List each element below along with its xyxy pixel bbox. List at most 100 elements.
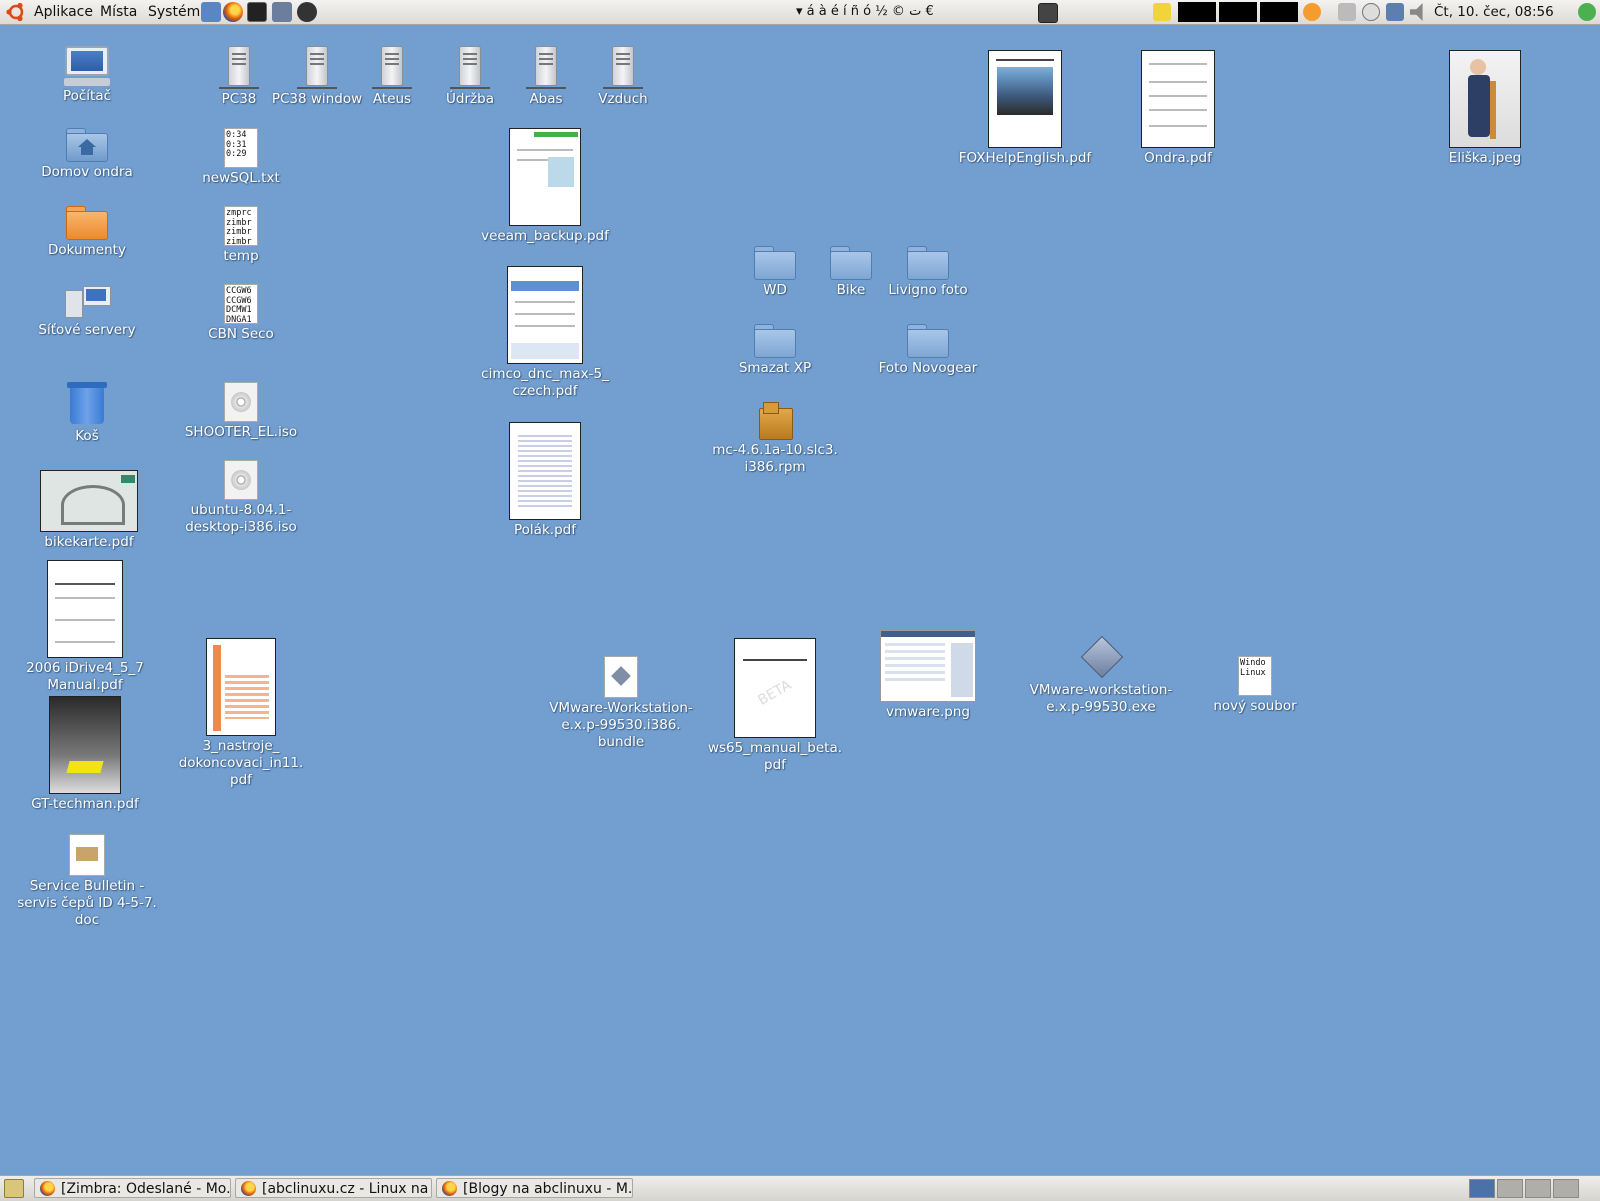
lock-screen-icon[interactable] <box>1038 3 1058 23</box>
folder-icon <box>754 324 796 358</box>
icon-label: SHOOTER_EL.iso <box>184 424 298 440</box>
icon-label: GT-techman.pdf <box>31 796 139 812</box>
clock-applet-icon[interactable] <box>1362 3 1380 21</box>
desktop-icon-livigno[interactable]: Livigno foto <box>853 246 1003 299</box>
desktop-icon-smazat-xp[interactable]: Smazat XP <box>700 324 850 377</box>
firefox-icon <box>442 1181 457 1196</box>
photo-thumbnail-icon <box>1449 50 1521 148</box>
desktop-icon-temp[interactable]: zmprc zimbr zimbr zimbr temp <box>166 206 316 265</box>
desktop-icon-kos[interactable]: Koš <box>12 382 162 445</box>
icon-label: Ondra.pdf <box>1144 150 1212 166</box>
icon-label: FOXHelpEnglish.pdf <box>958 150 1092 166</box>
icon-label: cimco_dnc_max-5_ czech.pdf <box>481 366 609 399</box>
pdf-thumbnail-icon <box>47 560 123 658</box>
menu-mista[interactable]: Místa <box>98 0 139 24</box>
icon-label: Smazat XP <box>738 360 812 376</box>
home-folder-icon[interactable] <box>201 2 221 22</box>
volume-icon[interactable] <box>1410 3 1423 21</box>
desktop-icon-domov[interactable]: Domov ondra <box>12 128 162 181</box>
firefox-icon <box>40 1181 55 1196</box>
desktop-icon-foto-novogear[interactable]: Foto Novogear <box>853 324 1003 377</box>
icon-label: veeam_backup.pdf <box>481 228 609 244</box>
workspace-3[interactable] <box>1525 1179 1551 1198</box>
pdf-thumbnail-icon <box>1141 50 1215 148</box>
network-monitor <box>1260 2 1298 22</box>
workspace-1[interactable] <box>1469 1179 1495 1198</box>
desktop-icon-novy-soubor[interactable]: Windo Linux nový soubor <box>1180 656 1330 715</box>
icon-label: mc-4.6.1a-10.slc3. i386.rpm <box>712 442 838 475</box>
icon-label: Domov ondra <box>41 164 133 180</box>
document-icon <box>69 834 105 876</box>
firefox-icon <box>241 1181 256 1196</box>
icon-label: Foto Novogear <box>878 360 978 376</box>
memory-monitor <box>1219 2 1257 22</box>
desktop-icon-newsql[interactable]: 0:34 0:31 0:29 newSQL.txt <box>166 128 316 187</box>
menu-aplikace[interactable]: Aplikace <box>32 0 95 24</box>
icon-label: Polák.pdf <box>514 522 576 538</box>
pdf-thumbnail-icon: BETA <box>734 638 816 738</box>
desktop-icon-cimco[interactable]: cimco_dnc_max-5_ czech.pdf <box>470 266 620 400</box>
icon-label: Síťové servery <box>38 322 136 338</box>
desktop-icon-sitove-servery[interactable]: Síťové servery <box>12 286 162 339</box>
taskbar-item-label: [Zimbra: Odeslané - Mo... <box>61 1181 231 1197</box>
ubuntu-logo-icon[interactable] <box>5 0 27 24</box>
terminal-icon[interactable] <box>247 2 267 22</box>
desktop-icon-idrive[interactable]: 2006 iDrive4_5_7 Manual.pdf <box>10 560 160 694</box>
desktop-icon-vmware-bundle[interactable]: VMware-Workstation- e.x.p-99530.i386. bu… <box>546 656 696 751</box>
desktop-icon-vmware-png[interactable]: vmware.png <box>853 630 1003 721</box>
icon-label: ubuntu-8.04.1-desktop-i386.iso <box>185 502 297 535</box>
network-manager-icon[interactable] <box>1386 3 1404 21</box>
executable-icon <box>1080 635 1124 680</box>
desktop-icon-service-bulletin[interactable]: Service Bulletin - servis čepů ID 4-5-7.… <box>12 834 162 929</box>
desktop-icon-veeam[interactable]: veeam_backup.pdf <box>470 128 620 245</box>
taskbar-item-abclinuxu[interactable]: [abclinuxu.cz - Linux na ... <box>235 1178 432 1198</box>
desktop-icon-ubuntu-iso[interactable]: ubuntu-8.04.1-desktop-i386.iso <box>166 460 316 536</box>
pdf-thumbnail-icon <box>507 266 583 364</box>
icon-label: 2006 iDrive4_5_7 Manual.pdf <box>26 660 144 693</box>
printer-icon[interactable] <box>1338 3 1356 21</box>
gimp-icon[interactable] <box>272 2 292 22</box>
workspace-2[interactable] <box>1497 1179 1523 1198</box>
pdf-thumbnail-icon <box>509 128 581 226</box>
desktop-icon-ws65-manual[interactable]: BETA ws65_manual_beta. pdf <box>700 638 850 774</box>
menu-system[interactable]: Systém <box>146 0 202 24</box>
desktop-icon-shooter-iso[interactable]: SHOOTER_EL.iso <box>166 382 316 441</box>
disc-image-icon <box>224 382 258 422</box>
folder-icon <box>907 324 949 358</box>
taskbar-item-zimbra[interactable]: [Zimbra: Odeslané - Mo... <box>34 1178 231 1198</box>
desktop-icon-dokumenty[interactable]: Dokumenty <box>12 206 162 259</box>
taskbar-item-blogy[interactable]: [Blogy na abclinuxu - M... <box>436 1178 633 1198</box>
update-notifier-icon[interactable] <box>1303 3 1321 21</box>
desktop-icon-vmware-exe[interactable]: VMware-workstation- e.x.p-99530.exe <box>1026 635 1176 716</box>
server-icon <box>548 46 698 89</box>
desktop-icon-polak[interactable]: Polák.pdf <box>470 422 620 539</box>
desktop-icon-ondra[interactable]: Ondra.pdf <box>1103 50 1253 167</box>
desktop-icon-pocitac[interactable]: Počítač <box>12 46 162 105</box>
icon-label: ws65_manual_beta. pdf <box>707 740 843 773</box>
character-palette[interactable]: ▾ á à é í ñ ó ½ © ت € <box>796 0 934 24</box>
desktop-icon-nastroje[interactable]: 3_nastroje_ dokoncovaci_in11. pdf <box>166 638 316 789</box>
desktop-icon-gt-techman[interactable]: GT-techman.pdf <box>10 696 160 813</box>
icon-label: temp <box>223 248 259 264</box>
notes-icon[interactable] <box>1153 3 1171 21</box>
show-desktop-icon[interactable] <box>4 1179 24 1198</box>
documents-folder-icon <box>66 206 108 240</box>
icon-label: nový soubor <box>1213 698 1297 714</box>
desktop-icon-bikekarte[interactable]: bikekarte.pdf <box>14 470 164 551</box>
hp-icon[interactable] <box>297 2 317 22</box>
icon-label: Počítač <box>62 88 112 104</box>
desktop-icon-cbn-seco[interactable]: CCGW6 CCGW6 DCMW1 DNGA1 CBN Seco <box>166 284 316 343</box>
image-thumbnail-icon <box>880 630 976 702</box>
icon-label: Koš <box>75 428 99 444</box>
desktop-icon-foxhelp[interactable]: FOXHelpEnglish.pdf <box>950 50 1100 167</box>
desktop-icon-vzduch[interactable]: Vzduch <box>548 46 698 108</box>
icon-label: Service Bulletin - servis čepů ID 4-5-7.… <box>17 878 157 928</box>
clock[interactable]: Čt, 10. čec, 08:56 <box>1434 0 1554 24</box>
text-file-icon: 0:34 0:31 0:29 <box>224 128 258 168</box>
desktop-icon-eliska[interactable]: Eliška.jpeg <box>1410 50 1560 167</box>
desktop-icon-mc-rpm[interactable]: mc-4.6.1a-10.slc3. i386.rpm <box>700 402 850 476</box>
text-file-icon: CCGW6 CCGW6 DCMW1 DNGA1 <box>224 284 258 324</box>
workspace-4[interactable] <box>1553 1179 1579 1198</box>
quit-icon[interactable] <box>1578 3 1596 21</box>
firefox-icon[interactable] <box>223 2 243 22</box>
